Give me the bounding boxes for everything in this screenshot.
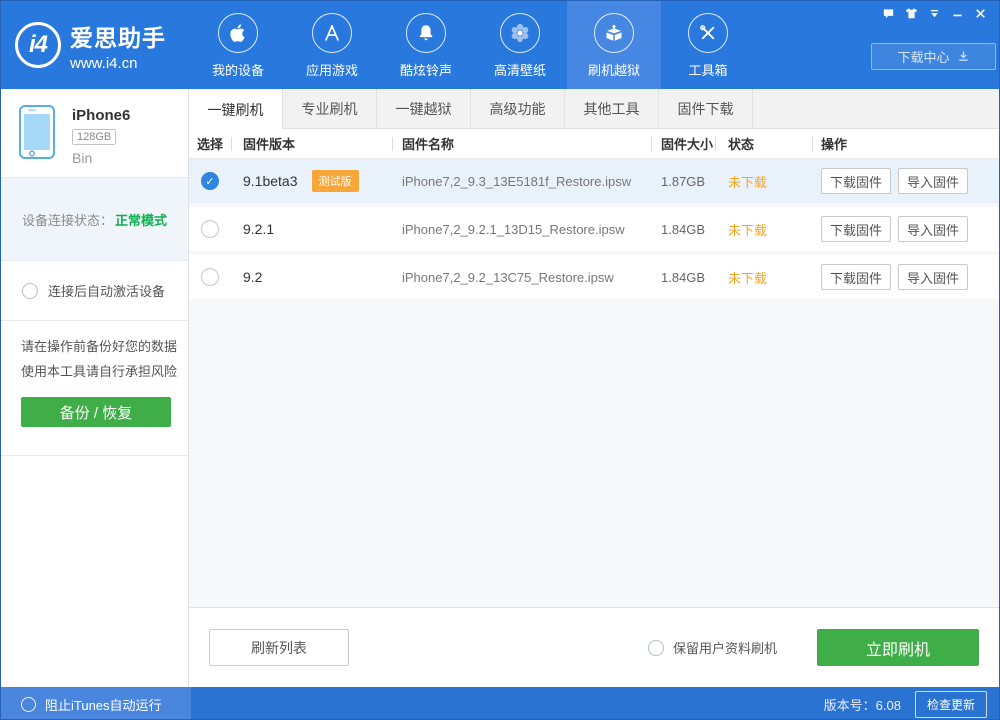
auto-activate-radio[interactable]	[22, 283, 38, 299]
firmware-select-radio-checked[interactable]: ✓	[201, 172, 219, 190]
firmware-row: 9.2.1 iPhone7,2_9.2.1_13D15_Restore.ipsw…	[189, 207, 999, 251]
connection-status-label: 设备连接状态：	[22, 210, 113, 229]
firmware-size: 1.84GB	[661, 222, 705, 237]
device-capacity-badge: 128GB	[72, 129, 116, 145]
firmware-version: 9.2	[243, 269, 262, 285]
backup-restore-button[interactable]: 备份 / 恢复	[21, 397, 171, 427]
backup-warning-panel: 请在操作前备份好您的数据 使用本工具请自行承担风险 备份 / 恢复	[1, 321, 188, 456]
app-title: 爱思助手	[70, 19, 166, 53]
block-itunes-label: 阻止iTunes自动运行	[45, 695, 162, 714]
flash-jailbreak-icon	[594, 13, 634, 53]
version-label: 版本号：6.08	[824, 695, 901, 714]
connection-status: 设备连接状态： 正常模式	[1, 178, 188, 261]
download-center-button[interactable]: 下载中心	[871, 43, 996, 70]
download-firmware-button[interactable]: 下载固件	[821, 264, 891, 290]
minimize-icon[interactable]	[950, 6, 964, 20]
firmware-version: 9.2.1	[243, 221, 274, 237]
tab-one-click-flash[interactable]: 一键刷机	[189, 89, 283, 130]
mini-mode-icon[interactable]	[927, 6, 941, 20]
block-itunes-option: 阻止iTunes自动运行	[1, 687, 191, 720]
apple-icon	[218, 13, 258, 53]
nav-item-flash-jailbreak[interactable]: 刷机越狱	[567, 1, 661, 89]
flower-icon	[500, 13, 540, 53]
tab-other-tools[interactable]: 其他工具	[565, 89, 659, 129]
firmware-size: 1.87GB	[661, 174, 705, 189]
nav-item-ringtones[interactable]: 酷炫铃声	[379, 1, 473, 89]
bell-icon	[406, 13, 446, 53]
tab-advanced-features[interactable]: 高级功能	[471, 89, 565, 129]
keep-user-data-radio[interactable]	[648, 640, 664, 656]
firmware-row: 9.2 iPhone7,2_9.2_13C75_Restore.ipsw 1.8…	[189, 255, 999, 299]
header-name: 固件名称	[392, 129, 651, 158]
import-firmware-button[interactable]: 导入固件	[898, 168, 968, 194]
tab-pro-flash[interactable]: 专业刷机	[283, 89, 377, 129]
close-icon[interactable]	[973, 6, 987, 20]
tab-one-click-jailbreak[interactable]: 一键越狱	[377, 89, 471, 129]
nav-item-wallpapers[interactable]: 高清壁纸	[473, 1, 567, 89]
header-operations: 操作	[812, 129, 999, 158]
warning-line-1: 请在操作前备份好您的数据	[21, 334, 188, 359]
firmware-version: 9.1beta3	[243, 173, 298, 189]
toolbox-icon	[688, 13, 728, 53]
firmware-table-header: 选择 固件版本 固件名称 固件大小 状态 操作	[189, 129, 999, 159]
warning-line-2: 使用本工具请自行承担风险	[21, 359, 188, 384]
firmware-size: 1.84GB	[661, 270, 705, 285]
empty-list-area	[189, 303, 999, 607]
flash-main-panel: 一键刷机 专业刷机 一键越狱 高级功能 其他工具 固件下载 选择 固件版本 固件…	[189, 89, 999, 687]
nav-item-apps-games[interactable]: 应用游戏	[285, 1, 379, 89]
theme-skin-icon[interactable]	[904, 6, 918, 20]
device-name: iPhone6	[72, 107, 130, 124]
window-controls	[881, 6, 987, 20]
firmware-filename: iPhone7,2_9.2.1_13D15_Restore.ipsw	[402, 222, 625, 237]
i4-logo-icon: i4	[15, 22, 61, 68]
download-firmware-button[interactable]: 下载固件	[821, 216, 891, 242]
logo-text: i4	[29, 31, 47, 59]
keep-user-data-label: 保留用户资料刷机	[673, 638, 777, 657]
auto-activate-option: 连接后自动激活设备	[1, 261, 188, 321]
header-size: 固件大小	[651, 129, 715, 158]
block-itunes-radio[interactable]	[21, 697, 36, 712]
iphone-icon	[17, 104, 57, 160]
feedback-icon[interactable]	[881, 6, 895, 20]
app-url: www.i4.cn	[70, 55, 166, 72]
flash-now-button[interactable]: 立即刷机	[817, 629, 979, 666]
download-icon	[957, 50, 970, 63]
header-status: 状态	[715, 129, 812, 158]
device-sidebar: iPhone6 128GB Bin 设备连接状态： 正常模式 连接后自动激活设备…	[1, 89, 189, 687]
firmware-status: 未下载	[728, 268, 767, 287]
i4-tools-window: i4 爱思助手 www.i4.cn 我的设备 应用游戏	[0, 0, 1000, 720]
app-brand: i4 爱思助手 www.i4.cn	[1, 1, 191, 89]
firmware-select-radio[interactable]	[201, 268, 219, 286]
sidebar-filler	[1, 456, 188, 687]
tab-firmware-download[interactable]: 固件下载	[659, 89, 753, 129]
nav-item-my-devices[interactable]: 我的设备	[191, 1, 285, 89]
refresh-list-button[interactable]: 刷新列表	[209, 629, 349, 666]
app-header: i4 爱思助手 www.i4.cn 我的设备 应用游戏	[1, 1, 999, 89]
auto-activate-label: 连接后自动激活设备	[48, 281, 165, 300]
status-footer: 阻止iTunes自动运行 版本号：6.08 检查更新	[1, 687, 999, 720]
header-version: 固件版本	[231, 129, 392, 158]
bottom-action-bar: 刷新列表 保留用户资料刷机 立即刷机	[189, 607, 999, 687]
firmware-status: 未下载	[728, 220, 767, 239]
keep-user-data-option: 保留用户资料刷机	[648, 638, 777, 657]
flash-tabbar: 一键刷机 专业刷机 一键越狱 高级功能 其他工具 固件下载	[189, 89, 999, 129]
check-update-button[interactable]: 检查更新	[915, 691, 987, 718]
download-firmware-button[interactable]: 下载固件	[821, 168, 891, 194]
import-firmware-button[interactable]: 导入固件	[898, 216, 968, 242]
nav-item-toolbox[interactable]: 工具箱	[661, 1, 755, 89]
header-select: 选择	[189, 129, 231, 158]
appstore-icon	[312, 13, 352, 53]
device-info-panel: iPhone6 128GB Bin	[1, 89, 188, 178]
firmware-filename: iPhone7,2_9.2_13C75_Restore.ipsw	[402, 270, 614, 285]
firmware-filename: iPhone7,2_9.3_13E5181f_Restore.ipsw	[402, 174, 631, 189]
device-owner: Bin	[72, 150, 130, 166]
connection-status-value: 正常模式	[115, 210, 167, 229]
main-nav: 我的设备 应用游戏 酷炫铃声 高清壁纸	[191, 1, 755, 89]
import-firmware-button[interactable]: 导入固件	[898, 264, 968, 290]
firmware-status: 未下载	[728, 172, 767, 191]
beta-badge: 测试版	[312, 170, 359, 192]
firmware-select-radio[interactable]	[201, 220, 219, 238]
firmware-row: ✓ 9.1beta3 测试版 iPhone7,2_9.3_13E5181f_Re…	[189, 159, 999, 203]
